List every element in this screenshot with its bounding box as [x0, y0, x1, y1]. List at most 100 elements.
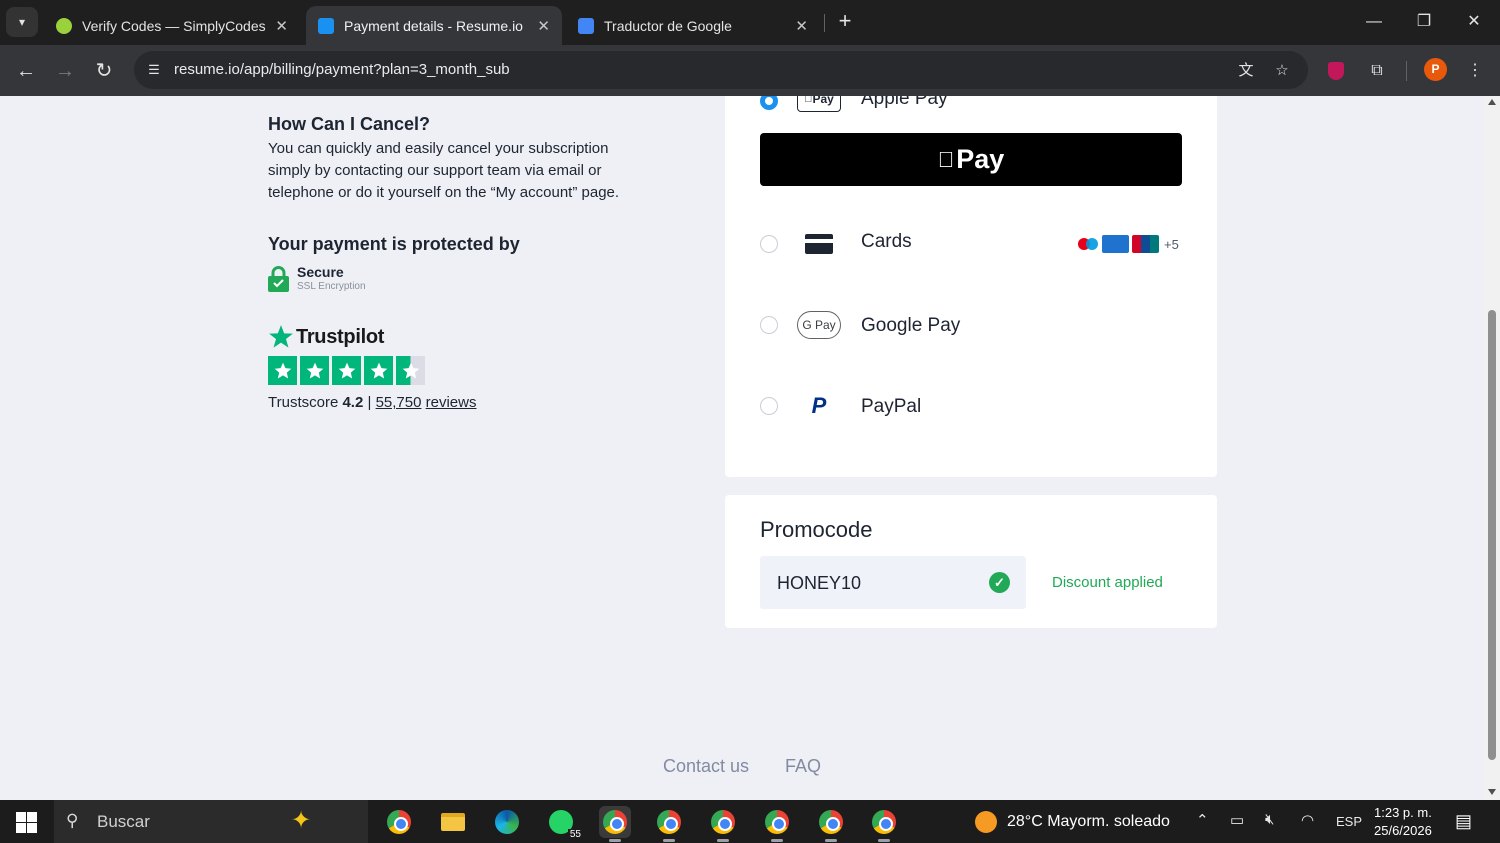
tab-search-button[interactable]: ▾ — [6, 7, 38, 37]
google-pay-logo-text: G Pay — [802, 318, 836, 332]
tray-chevron-up-icon[interactable]: ⌃ — [1196, 811, 1209, 829]
secure-subtitle: SSL Encryption — [297, 281, 366, 292]
tab-google-translate[interactable]: Traductor de Google ✕ — [566, 6, 820, 45]
cards-label[interactable]: Cards — [861, 231, 912, 253]
apple-logo-icon:  — [938, 147, 955, 173]
chrome-profile-s2-icon[interactable] — [868, 806, 900, 842]
minimize-button[interactable]: — — [1359, 8, 1389, 36]
edge-icon[interactable] — [491, 806, 523, 838]
apple-pay-button[interactable]:  Pay — [760, 133, 1182, 186]
bookmark-star-icon[interactable]: ☆ — [1271, 60, 1293, 82]
google-pay-label[interactable]: Google Pay — [861, 315, 960, 337]
chevron-down-icon: ▾ — [18, 15, 26, 29]
promocode-value[interactable]: HONEY10 — [777, 573, 861, 594]
scrollbar-thumb[interactable] — [1488, 310, 1496, 760]
whatsapp-icon[interactable]: 55 — [545, 806, 583, 840]
trustscore: Trustscore 4.2 | 55,750 reviews — [268, 394, 477, 411]
tab-payment-details[interactable]: Payment details - Resume.io ✕ — [306, 6, 562, 45]
paypal-radio[interactable] — [760, 397, 778, 415]
apple-pay-label[interactable]: Apple Pay — [861, 96, 948, 110]
wifi-icon[interactable]: ◠ — [1301, 811, 1314, 829]
close-icon[interactable]: ✕ — [537, 17, 550, 35]
review-count-link[interactable]: 55,750 — [376, 394, 422, 411]
promocode-input[interactable]: HONEY10 ✓ — [760, 556, 1026, 609]
weather-sun-icon — [975, 811, 997, 833]
lock-icon — [268, 266, 289, 292]
apple-pay-logo-icon: Pay — [797, 96, 841, 112]
google-pay-radio[interactable] — [760, 316, 778, 334]
tab-title: Traductor de Google — [604, 17, 732, 34]
weather-widget[interactable]: 28°C Mayorm. soleado — [975, 811, 1170, 833]
discount-status: Discount applied — [1052, 574, 1163, 591]
extensions-puzzle-icon[interactable]: ⧉ — [1364, 58, 1390, 84]
reload-button[interactable]: ↻ — [90, 57, 118, 85]
tab-simplycodes[interactable]: Verify Codes — SimplyCodes ✕ — [44, 6, 300, 45]
apple-pay-logo-text: Pay — [808, 96, 833, 106]
close-window-button[interactable]: ✕ — [1459, 8, 1489, 36]
address-bar[interactable]: ☰ resume.io/app/billing/payment?plan=3_m… — [134, 51, 1308, 89]
close-icon[interactable]: ✕ — [795, 17, 808, 35]
resume-io-icon — [318, 17, 334, 34]
chrome-profile-c2-icon[interactable] — [707, 806, 739, 842]
trustpilot-rating — [268, 356, 425, 385]
trustscore-label: Trustscore — [268, 394, 339, 411]
clock[interactable]: 1:23 p. m. 25/6/2026 — [1374, 804, 1432, 840]
chrome-profile-p-icon[interactable] — [599, 806, 631, 842]
chrome-profile-c-icon[interactable] — [653, 806, 685, 842]
contact-us-link[interactable]: Contact us — [663, 756, 749, 777]
apple-pay-radio[interactable] — [760, 96, 778, 110]
windows-start-icon[interactable] — [16, 812, 37, 833]
language-indicator[interactable]: ESP — [1336, 814, 1362, 829]
scroll-up-arrow-icon[interactable] — [1488, 99, 1496, 105]
notification-center-icon[interactable]: ▤ — [1455, 811, 1472, 832]
rating-star-icon — [268, 356, 297, 385]
page-scrollbar[interactable] — [1484, 96, 1500, 800]
profile-avatar[interactable]: P — [1424, 58, 1447, 81]
rating-star-icon — [364, 356, 393, 385]
volume-muted-icon[interactable]: 🔇︎ — [1265, 811, 1274, 828]
new-tab-button[interactable]: + — [833, 10, 857, 34]
reviews-link[interactable]: reviews — [426, 394, 477, 411]
scroll-down-arrow-icon[interactable] — [1488, 789, 1496, 795]
meet-now-icon[interactable]: ▭ — [1230, 811, 1244, 829]
simplycodes-icon — [56, 17, 72, 34]
extension-shield-icon[interactable] — [1323, 58, 1349, 84]
menu-kebab-icon[interactable]: ⋮ — [1462, 58, 1488, 84]
trustpilot-logo[interactable]: Trustpilot — [268, 324, 384, 350]
forward-button[interactable]: → — [51, 57, 79, 85]
cancel-heading: How Can I Cancel? — [268, 114, 431, 134]
payment-methods-card: Pay Apple Pay  Pay Cards +5 G Pay Goog… — [725, 96, 1217, 477]
restore-button[interactable]: ❐ — [1409, 8, 1439, 36]
page-content: How Can I Cancel? You can quickly and ea… — [0, 96, 1484, 800]
copilot-sparkle-icon[interactable]: ✦ — [291, 806, 311, 835]
rating-star-icon — [332, 356, 361, 385]
trustscore-separator: | — [367, 394, 372, 411]
paypal-logo-text: P — [811, 393, 827, 418]
google-pay-logo-icon: G Pay — [797, 311, 841, 339]
url-text[interactable]: resume.io/app/billing/payment?plan=3_mon… — [174, 61, 510, 78]
tab-title: Verify Codes — SimplyCodes — [82, 17, 266, 34]
faq-link[interactable]: FAQ — [785, 756, 821, 777]
back-button[interactable]: ← — [12, 57, 40, 85]
chrome-app-icon[interactable] — [383, 806, 415, 838]
browser-toolbar: ← → ↻ ☰ resume.io/app/billing/payment?pl… — [0, 45, 1500, 96]
secure-title: Secure — [297, 264, 344, 280]
amex-icon — [1102, 235, 1129, 253]
protection-heading: Your payment is protected by — [268, 234, 520, 254]
chrome-profile-s-icon[interactable] — [815, 806, 847, 842]
chrome-profile-g-icon[interactable] — [761, 806, 793, 842]
file-explorer-icon[interactable] — [437, 806, 469, 838]
taskbar-search[interactable]: ⚲ Buscar ✦ — [54, 800, 368, 843]
card-brands: +5 — [1077, 235, 1179, 253]
cards-radio[interactable] — [760, 235, 778, 253]
paypal-label[interactable]: PayPal — [861, 396, 921, 418]
tab-title: Payment details - Resume.io — [344, 17, 523, 34]
translate-icon[interactable]: 文 — [1235, 60, 1257, 82]
apple-pay-button-label: Pay — [947, 144, 1004, 174]
trustpilot-star-icon — [269, 325, 293, 348]
promocode-card: Promocode HONEY10 ✓ Discount applied — [725, 495, 1217, 628]
search-icon: ⚲ — [66, 811, 79, 830]
site-info-icon[interactable]: ☰ — [144, 60, 164, 80]
close-icon[interactable]: ✕ — [275, 17, 288, 35]
whatsapp-badge: 55 — [567, 829, 583, 840]
